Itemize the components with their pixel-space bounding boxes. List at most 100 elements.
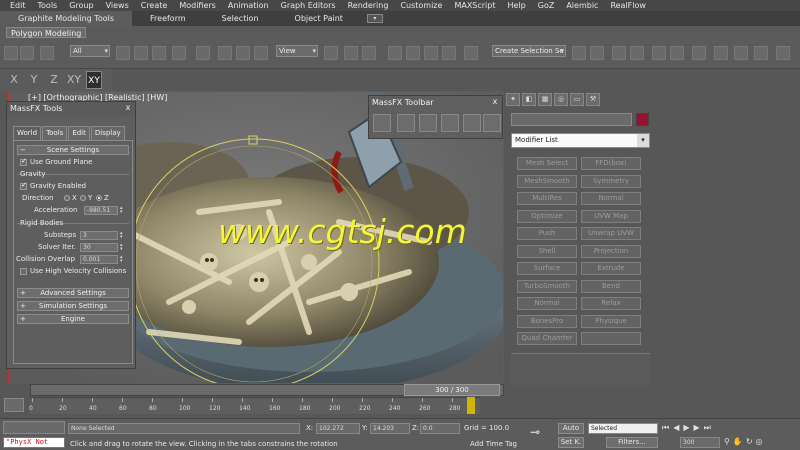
modifier-button[interactable]: TurboSmooth: [517, 279, 577, 293]
modifier-button[interactable]: Projection: [581, 244, 641, 258]
maxscript-listener-mini[interactable]: [3, 421, 65, 434]
modifier-button[interactable]: Normal: [581, 192, 641, 205]
modifier-button[interactable]: UVW Map: [581, 209, 641, 223]
use-ground-plane-checkbox[interactable]: [20, 157, 27, 166]
z-coord-field[interactable]: 0.0: [420, 423, 460, 434]
keyboard-shortcut-icon[interactable]: [362, 46, 376, 60]
move-icon[interactable]: [218, 46, 232, 60]
menu-modifiers[interactable]: Modifiers: [173, 0, 222, 11]
massfx-toolbar-title[interactable]: MassFX Toolbar: [369, 96, 502, 109]
create-tab-icon[interactable]: ✦: [506, 93, 520, 106]
tab-tools[interactable]: Tools: [42, 126, 68, 140]
select-by-name-icon[interactable]: [134, 46, 148, 60]
redo-icon[interactable]: [20, 46, 34, 60]
named-selection-select[interactable]: Create Selection Se: [492, 45, 566, 57]
track-bar[interactable]: 0 20 40 60 80 100 120 140 160 180 200 220 240 260 280: [29, 397, 480, 414]
x-coord-field[interactable]: 102.272: [316, 423, 360, 434]
acceleration-field[interactable]: -980.51: [84, 206, 118, 215]
render-setup-icon[interactable]: [714, 46, 728, 60]
y-coord-field[interactable]: 14.203: [370, 423, 410, 434]
modifier-button[interactable]: Shell: [517, 244, 577, 258]
object-name-field[interactable]: [511, 113, 632, 126]
display-tab-icon[interactable]: ▭: [570, 93, 584, 106]
menu-tools[interactable]: Tools: [32, 0, 64, 11]
modifier-button[interactable]: Unwrap UVW: [581, 227, 641, 240]
tab-freeform[interactable]: Freeform: [132, 11, 204, 26]
modify-tab-icon[interactable]: ◧: [522, 93, 536, 106]
mini-curve-editor-icon[interactable]: [4, 398, 24, 412]
collision-overlap-field[interactable]: 0.001: [80, 255, 118, 264]
percent-snap-icon[interactable]: [424, 46, 438, 60]
set-key-button[interactable]: Set K.: [558, 437, 584, 448]
advanced-settings-rollout[interactable]: + Advanced Settings: [17, 288, 129, 298]
rotate-icon[interactable]: [236, 46, 250, 60]
gravity-enabled-checkbox[interactable]: [20, 181, 27, 190]
axis-xy-button[interactable]: XY: [66, 71, 82, 89]
curve-editor-icon[interactable]: [652, 46, 666, 60]
axis-y-button[interactable]: Y: [26, 71, 42, 89]
axis-xy-active-button[interactable]: XY: [86, 71, 102, 89]
modifier-button[interactable]: MultiRes: [517, 192, 577, 205]
modifier-button[interactable]: MeshSmooth: [517, 174, 577, 188]
time-slider-thumb[interactable]: 300 / 300: [404, 384, 500, 396]
high-velocity-checkbox[interactable]: [20, 268, 27, 275]
modifier-button[interactable]: Push: [517, 227, 577, 240]
direction-x-radio[interactable]: [64, 195, 70, 201]
tab-polygon-modeling[interactable]: Polygon Modeling: [6, 27, 87, 38]
menu-realflow[interactable]: RealFlow: [604, 0, 652, 11]
reset-simulation-icon[interactable]: [441, 114, 459, 132]
menu-alembic[interactable]: Alembic: [560, 0, 604, 11]
tab-edit[interactable]: Edit: [68, 126, 90, 140]
engine-rollout[interactable]: + Engine: [17, 314, 129, 324]
select-object-icon[interactable]: [116, 46, 130, 60]
tab-object-paint[interactable]: Object Paint: [277, 11, 361, 26]
menu-graph-editors[interactable]: Graph Editors: [275, 0, 342, 11]
hierarchy-tab-icon[interactable]: ▦: [538, 93, 552, 106]
pivot-center-icon[interactable]: [324, 46, 338, 60]
playback-controls[interactable]: ⏮◀▶▶⏭: [662, 423, 798, 435]
modifier-button[interactable]: Normal: [517, 297, 577, 310]
schematic-view-icon[interactable]: [670, 46, 684, 60]
align-icon[interactable]: [590, 46, 604, 60]
axis-z-button[interactable]: Z: [46, 71, 62, 89]
modifier-button[interactable]: [581, 332, 641, 345]
key-filters-button[interactable]: Filters...: [606, 437, 658, 448]
cloth-icon[interactable]: [419, 114, 437, 132]
simulation-settings-rollout[interactable]: + Simulation Settings: [17, 301, 129, 311]
direction-z-radio[interactable]: [96, 195, 102, 201]
spinner-icon[interactable]: ▴ ▾: [120, 243, 124, 252]
edit-named-selection-icon[interactable]: [464, 46, 478, 60]
layer-manager-icon[interactable]: [612, 46, 626, 60]
menu-maxscript[interactable]: MAXScript: [448, 0, 501, 11]
render-production-icon[interactable]: [776, 46, 790, 60]
reference-coordinate-select[interactable]: View: [276, 45, 318, 57]
tab-graphite-modeling[interactable]: Graphite Modeling Tools: [0, 11, 133, 26]
spinner-icon[interactable]: ▴ ▾: [120, 255, 124, 264]
substeps-field[interactable]: 3: [80, 231, 118, 240]
scale-icon[interactable]: [254, 46, 268, 60]
modifier-button[interactable]: Mesh Select: [517, 157, 577, 170]
snap-3d-icon[interactable]: [388, 46, 402, 60]
tab-world[interactable]: World: [13, 126, 42, 140]
massfx-tools-title[interactable]: MassFX Tools: [7, 102, 135, 116]
close-icon[interactable]: x: [123, 103, 133, 113]
select-manipulate-icon[interactable]: [344, 46, 358, 60]
close-icon[interactable]: x: [490, 97, 500, 107]
add-time-tag-button[interactable]: Add Time Tag: [470, 440, 517, 448]
modifier-button[interactable]: Bend: [581, 279, 641, 293]
motion-tab-icon[interactable]: ◎: [554, 93, 568, 106]
utilities-tab-icon[interactable]: ⚒: [586, 93, 600, 106]
menu-customize[interactable]: Customize: [394, 0, 448, 11]
menu-animation[interactable]: Animation: [222, 0, 275, 11]
modifier-button[interactable]: FFD(box): [581, 157, 641, 170]
axis-x-button[interactable]: X: [6, 71, 22, 89]
modifier-button[interactable]: Relax: [581, 297, 641, 310]
menu-help[interactable]: Help: [502, 0, 532, 11]
scene-settings-rollout[interactable]: − Scene Settings: [17, 145, 129, 155]
modifier-button[interactable]: Physique: [581, 314, 641, 328]
rendered-frame-icon[interactable]: [734, 46, 748, 60]
ribbon-options-dropdown-icon[interactable]: ▾: [366, 14, 383, 23]
undo-icon[interactable]: [4, 46, 18, 60]
modifier-button[interactable]: Optimize: [517, 209, 577, 223]
direction-y-radio[interactable]: [80, 195, 86, 201]
